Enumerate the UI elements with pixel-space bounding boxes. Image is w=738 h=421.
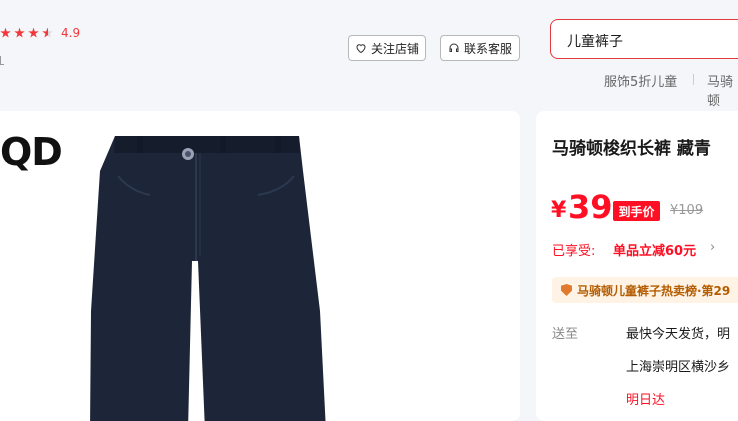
- shipping-label: 送至: [552, 327, 579, 342]
- truncated-glyph: [0, 56, 4, 65]
- follow-shop-button[interactable]: 关注店铺: [348, 35, 426, 61]
- headset-icon: [449, 43, 459, 52]
- star-icon: [0, 27, 11, 38]
- shop-rating: 4.9: [0, 26, 80, 40]
- product-title: 马骑顿梭织长裤 藏青: [552, 139, 711, 159]
- shield-icon: [561, 284, 572, 296]
- rating-value: 4.9: [61, 26, 81, 40]
- promo-label: 已享受:: [552, 244, 596, 259]
- original-price: ¥109: [670, 203, 704, 218]
- brand-logo-text: QD: [0, 130, 63, 174]
- hotword-divider: [693, 74, 694, 85]
- hotword-link[interactable]: 服饰5折儿童: [604, 71, 677, 90]
- price-currency: ¥: [551, 198, 567, 223]
- chevron-right-icon[interactable]: ›: [710, 240, 715, 255]
- search-input[interactable]: 儿童裤子: [550, 19, 738, 59]
- star-icon: [28, 27, 39, 38]
- shipping-time: 最快今天发货，明: [626, 327, 731, 342]
- hotword-link[interactable]: 马骑顿: [707, 71, 738, 109]
- price-value: 39: [568, 188, 613, 226]
- star-icon: [14, 27, 25, 38]
- product-image[interactable]: [0, 111, 520, 421]
- contact-service-label: 联系客服: [463, 41, 512, 56]
- promo-discount[interactable]: 单品立减60元: [613, 240, 696, 259]
- ranking-text: 马骑顿儿童裤子热卖榜·第29: [577, 283, 731, 298]
- delivery-badge: 明日达: [626, 393, 666, 408]
- heart-icon: [356, 44, 366, 54]
- ranking-badge[interactable]: 马骑顿儿童裤子热卖榜·第29: [552, 277, 738, 303]
- follow-shop-label: 关注店铺: [370, 41, 419, 56]
- contact-service-button[interactable]: 联系客服: [440, 35, 520, 61]
- shipping-address[interactable]: 上海崇明区横沙乡: [626, 356, 730, 375]
- star-half-icon: [42, 27, 53, 38]
- product-gallery: [0, 111, 520, 421]
- price-tag-badge: 到手价: [613, 201, 660, 221]
